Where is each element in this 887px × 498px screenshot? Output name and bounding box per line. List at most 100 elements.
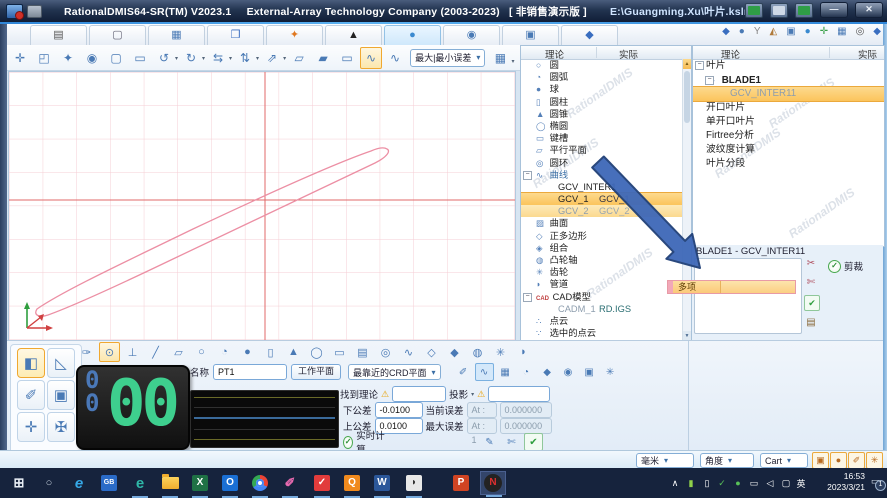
ribbon-utility-icon[interactable]: ● [739, 26, 745, 37]
tree-expander-icon[interactable] [523, 195, 530, 202]
ribbon-utility-icon[interactable]: Y [754, 26, 761, 37]
feature-tree-item[interactable]: CADM_1 RD.IGS [521, 303, 683, 315]
geometry-type-icon[interactable]: ∿ [398, 342, 419, 362]
probe-ball-icon[interactable]: ● [830, 452, 847, 469]
tree-expander-icon[interactable]: − [523, 171, 532, 180]
tree-expander-icon[interactable] [523, 183, 530, 190]
chevron-down-icon[interactable]: ▾ [229, 55, 232, 69]
tray-icon[interactable]: ▭ [747, 471, 761, 495]
quick-access-icon[interactable] [27, 5, 42, 18]
taskbar-app-icon[interactable]: ✓ [309, 471, 335, 495]
chevron-down-icon[interactable]: ▾ [471, 391, 474, 398]
feature-tree-item[interactable]: ◇ 正多边形 [521, 230, 683, 242]
feature-tree-scrollbar[interactable]: ▲ ▼ [682, 59, 691, 341]
measure-option-icon[interactable]: ◔ [517, 363, 536, 381]
ribbon-utility-icon[interactable]: ◎ [856, 26, 865, 37]
geometry-type-icon[interactable]: ✑ [76, 342, 97, 362]
measure-option-icon[interactable]: ◆ [538, 363, 557, 381]
mode-button[interactable]: ✛ [17, 412, 45, 442]
ribbon-tab[interactable]: ● [384, 25, 441, 45]
mode-button[interactable]: ◺ [47, 348, 75, 378]
geometry-type-icon[interactable]: ◍ [467, 342, 488, 362]
tree-expander-icon[interactable] [523, 219, 530, 226]
tree-expander-icon[interactable] [523, 256, 530, 263]
feature-tree-item[interactable]: ◔ 圆弧 [521, 71, 683, 83]
geometry-type-icon[interactable]: ○ [191, 342, 212, 362]
display-settings-icon[interactable]: ▦ [489, 47, 511, 69]
tree-expander-icon[interactable] [523, 85, 530, 92]
blade-tree-item[interactable]: 单开口叶片 [693, 115, 884, 129]
chevron-down-icon[interactable]: ▾ [175, 55, 178, 69]
geometry-type-icon[interactable]: ◗ [513, 342, 534, 362]
tree-expander-icon[interactable] [523, 232, 530, 239]
tree-expander-icon[interactable] [523, 244, 530, 251]
feature-tree-item[interactable]: ◍ 凸轮轴 [521, 254, 683, 266]
geometry-type-icon[interactable]: ◇ [421, 342, 442, 362]
taskbar-app-icon[interactable] [247, 471, 273, 495]
ribbon-tab[interactable]: ▣ [502, 25, 559, 45]
minimize-button[interactable]: — [820, 2, 848, 18]
blade-tree-item[interactable]: 波纹度计算 [693, 143, 884, 157]
taskbar-app-icon[interactable]: e [66, 471, 92, 495]
taskbar-app-icon[interactable]: ◗ [401, 471, 427, 495]
ribbon-tab[interactable]: ▦ [148, 25, 205, 45]
measure-option-icon[interactable]: ◉ [559, 363, 578, 381]
geometry-type-icon[interactable]: ● [237, 342, 258, 362]
ribbon-utility-icon[interactable]: ◭ [770, 26, 778, 37]
coord-system-combo[interactable]: Cart [760, 453, 808, 468]
feature-tree-item[interactable]: ◗ 管道 [521, 278, 683, 290]
tray-icon[interactable]: ▯ [700, 471, 714, 495]
tree-expander-icon[interactable] [695, 103, 702, 110]
feature-tree-item[interactable]: ∴ 点云 [521, 315, 683, 327]
taskbar-app-icon[interactable]: P [448, 471, 474, 495]
tree-expander-icon[interactable] [523, 207, 530, 214]
mode-button[interactable]: ✠ [47, 412, 75, 442]
ribbon-utility-icon[interactable]: ● [805, 26, 811, 37]
tree-expander-icon[interactable] [523, 329, 530, 336]
taskbar-app-icon[interactable] [157, 471, 183, 495]
taskbar-app-icon[interactable]: ⊞ [6, 471, 32, 495]
toolbar-icon[interactable]: ⇆ [207, 47, 229, 69]
feature-tree-item[interactable]: ▭ 键槽 [521, 132, 683, 144]
tree-expander-icon[interactable]: − [705, 76, 714, 85]
tree-expander-icon[interactable] [523, 268, 530, 275]
ribbon-utility-icon[interactable]: ◆ [873, 26, 881, 37]
taskbar-app-icon[interactable]: ✐ [277, 471, 303, 495]
geometry-type-icon[interactable]: ◯ [306, 342, 327, 362]
toolbar-icon[interactable]: ▰ [312, 47, 334, 69]
measure-option-icon[interactable]: ✳ [601, 363, 620, 381]
toolbar-icon[interactable]: ▢ [105, 47, 127, 69]
geometry-type-icon[interactable]: ⊙ [99, 342, 120, 362]
feature-tree-item[interactable]: ◎ 圆环 [521, 157, 683, 169]
scrollbar-thumb[interactable] [684, 71, 690, 123]
mode-button[interactable]: ◧ [17, 348, 45, 378]
machine-state-icon[interactable]: ✳ [866, 452, 883, 469]
tray-icon[interactable]: ∧ [668, 471, 682, 495]
probe-status-icon[interactable] [795, 3, 813, 18]
geometry-type-icon[interactable]: ▯ [260, 342, 281, 362]
tray-icon[interactable]: ● [731, 471, 745, 495]
tree-expander-icon[interactable]: − [523, 293, 532, 302]
clip-checkbox-group[interactable]: ✓ 剪裁 [828, 259, 863, 273]
measure-option-icon[interactable]: ▣ [580, 363, 599, 381]
blade-tree-item[interactable]: 叶片分段 [693, 157, 884, 171]
blade-tree-item[interactable]: 开口叶片 [693, 101, 884, 115]
feature-tree-item[interactable]: ▱ 平行平面 [521, 144, 683, 156]
tree-expander-icon[interactable] [523, 317, 530, 324]
tree-expander-icon[interactable] [695, 131, 702, 138]
toolbar-icon[interactable]: ↺ [153, 47, 175, 69]
blade-tree-item[interactable]: Firtree分析 [693, 129, 884, 143]
chevron-down-icon[interactable]: ▾ [283, 55, 286, 69]
taskbar-app-icon[interactable]: X [187, 471, 213, 495]
toolbar-icon[interactable]: ↻ [180, 47, 202, 69]
feature-tree-item[interactable]: GCV_INTER1 [521, 181, 683, 193]
coord-display-icon[interactable]: ▣ [812, 452, 829, 469]
toolbar-icon[interactable]: ◉ [81, 47, 103, 69]
device-status-icon[interactable] [745, 3, 763, 18]
taskbar-app-icon[interactable]: W [369, 471, 395, 495]
ribbon-utility-icon[interactable]: ◆ [722, 26, 730, 37]
tree-expander-icon[interactable] [523, 134, 530, 141]
measure-option-icon[interactable]: ✐ [454, 363, 473, 381]
tray-icon[interactable]: ✓ [715, 471, 729, 495]
tree-expander-icon[interactable] [523, 159, 530, 166]
